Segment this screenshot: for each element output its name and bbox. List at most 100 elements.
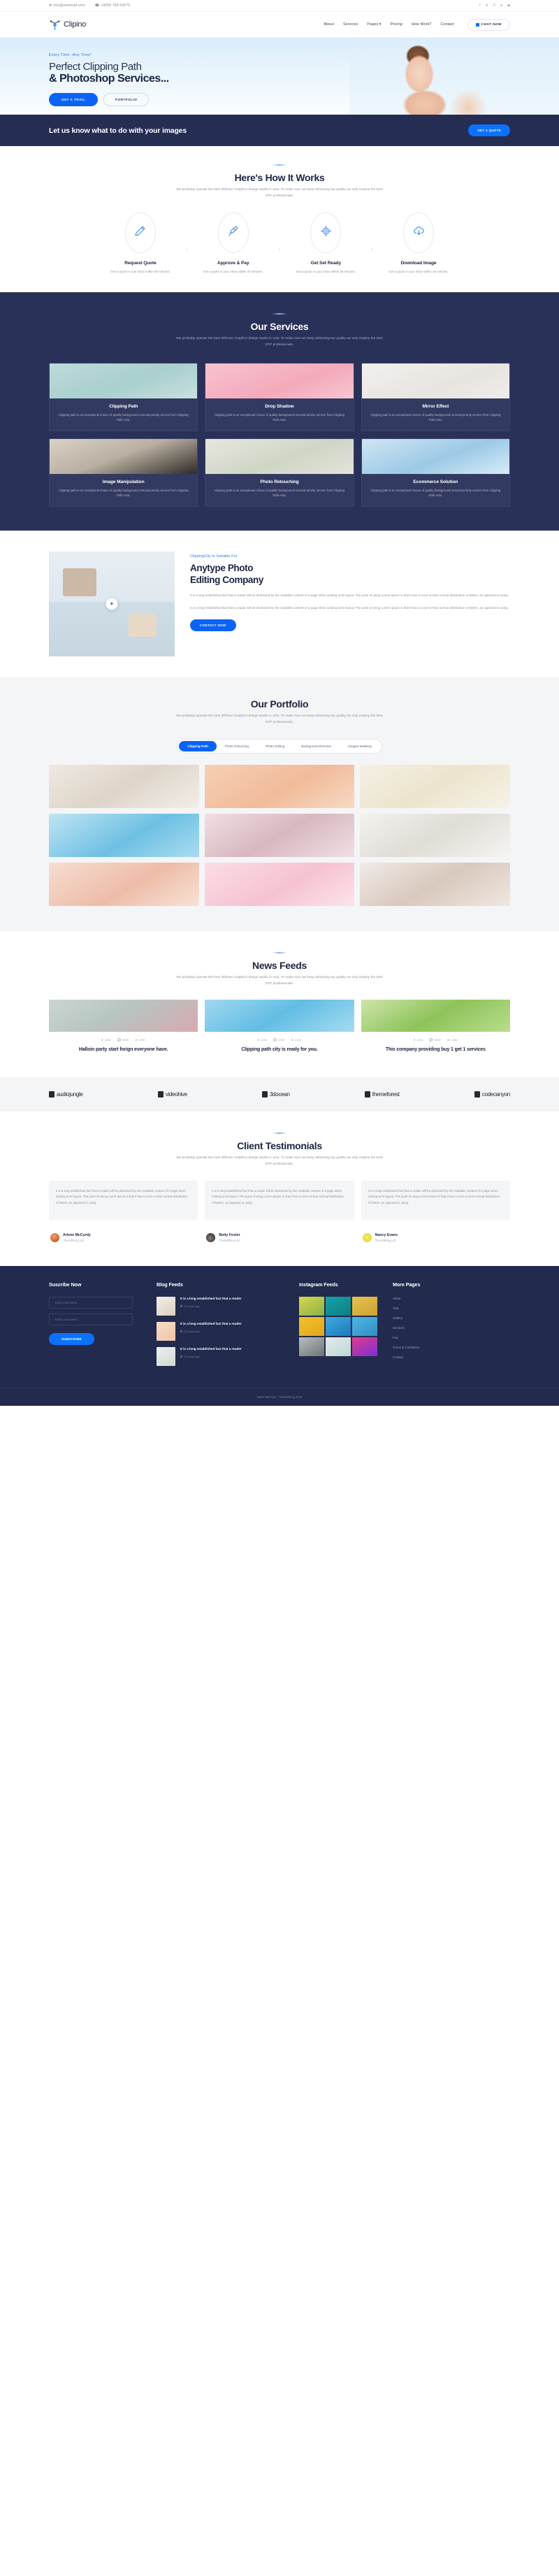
instagram-tile[interactable] — [326, 1316, 351, 1336]
step-icon-circle — [310, 212, 342, 253]
tab-photo-retuching[interactable]: Photo Retuching — [217, 741, 257, 751]
brand-3docean[interactable]: 3docean — [262, 1091, 290, 1098]
get-a-quote-button[interactable]: GET A QUOTE — [468, 124, 510, 136]
service-card-drop-shadow[interactable]: Drop Shadow Clipping path is an exceptio… — [205, 362, 354, 431]
play-icon[interactable] — [106, 598, 118, 610]
news-card[interactable]: ♥ 123K 💬 343K ➦ 129K Halloin party start fo… — [49, 1000, 198, 1053]
dribbble-icon[interactable]: ● — [500, 3, 502, 8]
instagram-tile[interactable] — [326, 1296, 351, 1316]
step-name: Get Set Ready — [310, 260, 342, 266]
brand-logo[interactable]: Clipino — [49, 19, 86, 31]
brand-videohive[interactable]: videohive — [157, 1091, 187, 1098]
subscribe-name-input[interactable]: Enter your name... — [49, 1296, 133, 1309]
chat-now-label: CHAT NOW — [481, 22, 502, 27]
topbar-email[interactable]: ✉ info@webmail.com — [49, 3, 85, 8]
testimonial-author: Nancy Evans TheSoftKing Ltd. — [361, 1232, 510, 1242]
about-media — [49, 551, 175, 656]
news-shares: 129K — [138, 1038, 146, 1042]
footer-link-trial[interactable]: Trial — [393, 1307, 470, 1310]
topbar-phone[interactable]: ☎ +9908 768 64576 — [95, 3, 130, 8]
service-card-photo-retouching[interactable]: Photo Retouching Clipping path is an exc… — [205, 438, 354, 507]
service-desc: Clipping path is an exceptional choice o… — [370, 488, 501, 498]
about-paragraph-2: It is a long established fact that a rea… — [190, 605, 509, 610]
section-divider — [272, 313, 287, 315]
nav-item-pages[interactable]: Pages ▾ — [367, 22, 381, 27]
news-card[interactable]: ♥ 123K 💬 343K ➦ 129K This company providing… — [361, 1000, 510, 1053]
portfolio-item[interactable] — [360, 813, 510, 857]
footer-link-terms[interactable]: Terms & Conditions — [393, 1346, 470, 1349]
portfolio-item[interactable] — [204, 764, 355, 808]
portfolio-item[interactable] — [49, 764, 199, 808]
subscribe-email-input[interactable]: Enter your name... — [49, 1313, 133, 1325]
chat-now-button[interactable]: CHAT NOW — [467, 18, 510, 31]
tab-images-masking[interactable]: Images Masking — [340, 741, 379, 751]
news-comments: 343K — [278, 1038, 285, 1042]
tab-clipping-path[interactable]: Clipping Path — [179, 740, 217, 751]
service-card-clipping-path[interactable]: Clipping Path Clipping path is an except… — [49, 362, 198, 431]
instagram-tile[interactable] — [352, 1316, 377, 1336]
portfolio-item[interactable] — [204, 813, 355, 857]
news-image — [361, 1000, 510, 1032]
footer-blog-post[interactable]: It is a long established fact that a rea… — [157, 1296, 289, 1316]
service-name: Drop Shadow — [265, 403, 294, 409]
hero-headline-line2: & Photoshop Services... — [49, 72, 169, 85]
page-root: ✉ info@webmail.com ☎ +9908 768 64576 f ❈… — [0, 0, 559, 1406]
step-get-set-ready[interactable]: Get Set Ready Get a quote in your inbox … — [280, 212, 371, 274]
behance-icon[interactable]: ◆ — [507, 3, 510, 8]
get-a-trail-button[interactable]: GET A TRAIL — [49, 92, 98, 106]
brand-audiojungle[interactable]: audiojungle — [49, 1091, 83, 1098]
brand-label: audiojungle — [57, 1091, 83, 1098]
twitter-icon[interactable]: ❈ — [485, 3, 488, 8]
footer-blog-post[interactable]: It is a long established fact that a rea… — [157, 1346, 289, 1366]
nav-item-how-work[interactable]: How Work? — [412, 22, 432, 27]
service-name: Image Manipulation — [102, 479, 145, 484]
portfolio-item[interactable] — [360, 764, 510, 808]
portfolio-item[interactable] — [204, 862, 355, 906]
facebook-icon[interactable]: f — [479, 3, 480, 8]
nav-item-pricing[interactable]: Pricing — [391, 22, 402, 27]
nav-item-contact[interactable]: Contact — [440, 22, 453, 27]
brand-codecanyon[interactable]: codecanyon — [474, 1091, 510, 1098]
nav-item-services[interactable]: Servcies — [343, 22, 358, 27]
how-it-works-subtitle: We probably operate the best offshore Gr… — [176, 188, 383, 198]
instagram-tile[interactable] — [299, 1316, 324, 1336]
news-card[interactable]: ♥ 123K 💬 343K ➦ 129K Clipping path city is … — [205, 1000, 354, 1053]
heart-icon: ♥ — [101, 1038, 103, 1042]
section-divider — [272, 164, 287, 166]
instagram-tile[interactable] — [326, 1337, 351, 1356]
footer-link-services[interactable]: Services — [393, 1326, 470, 1330]
footer-blog-post[interactable]: It is a long established fact that a rea… — [157, 1321, 289, 1341]
step-download-image[interactable]: Download Image Get a quote in your inbox… — [373, 212, 464, 274]
footer-link-faq[interactable]: Faq — [393, 1336, 470, 1339]
footer-link-gallery[interactable]: Gallery — [393, 1316, 470, 1320]
hero-button-group: GET A TRAIL PORTFOLIO — [49, 92, 510, 106]
portfolio-button[interactable]: PORTFOLIO — [103, 92, 150, 106]
service-card-mirror-effect[interactable]: Mirror Effect Clipping path is an except… — [361, 362, 510, 431]
instagram-tile[interactable] — [352, 1296, 377, 1316]
tab-background-remove[interactable]: Background Remove — [293, 741, 340, 751]
step-approve-pay[interactable]: Approve & Pay Get a quote in your inbox … — [188, 212, 279, 274]
news-card-title[interactable]: This company providing buy 1 get 1 servi… — [361, 1046, 510, 1053]
instagram-tile[interactable] — [352, 1337, 377, 1356]
service-card-image-manipulation[interactable]: Image Manipulation Clipping path is an e… — [49, 438, 198, 507]
footer-link-contact[interactable]: Contact — [393, 1355, 470, 1359]
step-request-quote[interactable]: Request Quote Get a quote in your inbox … — [95, 212, 186, 274]
portfolio-item[interactable] — [360, 862, 510, 906]
contact-now-button[interactable]: CONTACT NOW — [190, 619, 236, 632]
nav-item-about[interactable]: About — [324, 22, 334, 27]
pinterest-icon[interactable]: ℙ — [493, 3, 496, 8]
portfolio-item[interactable] — [49, 813, 199, 857]
news-card-title[interactable]: Halloin party start forign everyone have… — [49, 1046, 198, 1053]
service-card-ecommerce-solution[interactable]: Ecommerce Solution Clipping path is an e… — [361, 438, 510, 507]
instagram-tile[interactable] — [299, 1337, 324, 1356]
cloud-download-icon — [413, 225, 425, 240]
portfolio-item[interactable] — [49, 862, 199, 906]
services-grid: Clipping Path Clipping path is an except… — [49, 362, 510, 507]
brand-themeforest[interactable]: themeforest — [364, 1091, 400, 1098]
site-header: Clipino About Servcies Pages ▾ Pricing H… — [0, 12, 559, 38]
tab-photo-editing[interactable]: Photo Editing — [257, 741, 293, 751]
footer-link-about[interactable]: About — [393, 1297, 470, 1300]
instagram-tile[interactable] — [299, 1296, 324, 1316]
subscribe-button[interactable]: SUBSCRIBE — [49, 1332, 94, 1345]
news-card-title[interactable]: Clipping path city is ready for you. — [205, 1046, 354, 1053]
